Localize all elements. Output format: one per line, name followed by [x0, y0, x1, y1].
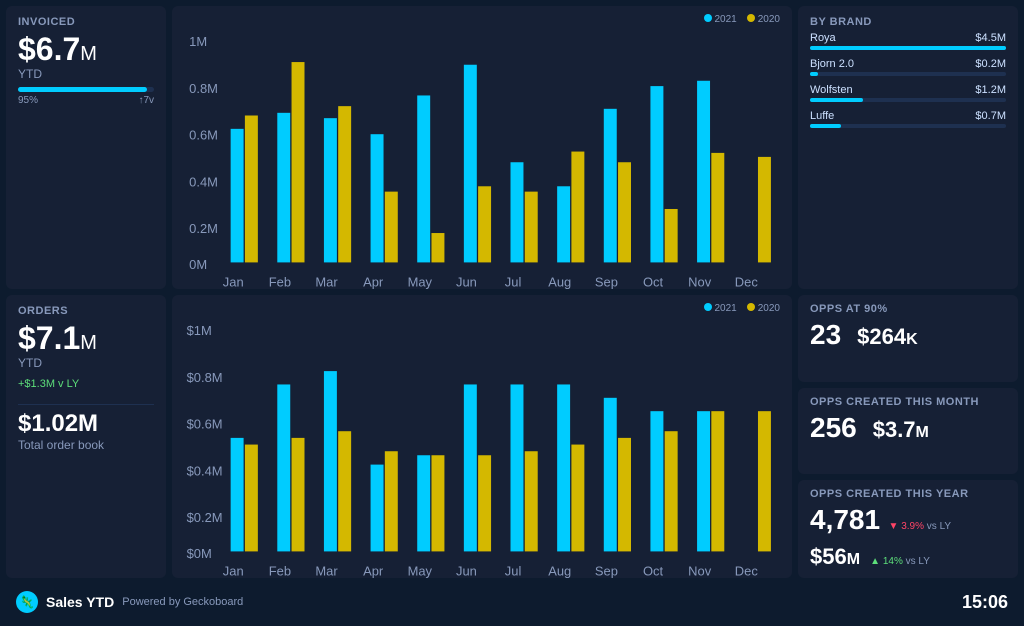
opps-year-row: 4,781 ▼ 3.9% vs LY $56M ▲ 14% vs LY [810, 504, 1006, 570]
svg-text:Nov: Nov [688, 274, 711, 289]
svg-text:Apr: Apr [363, 563, 384, 578]
invoiced-progress-label: 95% ↑7v [18, 95, 154, 106]
svg-text:$0M: $0M [187, 546, 212, 561]
invoiced-chart-card: 2021 2020 1M 0.8M 0.6M 0.4M 0.2M 0M [172, 6, 792, 289]
brand-item-bjorn: Bjorn 2.0 $0.2M [810, 58, 1006, 76]
legend-2021: 2021 [704, 14, 737, 25]
invoiced-progress-bar [18, 87, 154, 92]
svg-text:Nov: Nov [688, 563, 711, 578]
svg-text:0.4M: 0.4M [189, 174, 218, 189]
invoiced-card: Invoiced $6.7M YTD 95% ↑7v [6, 6, 166, 289]
orders-legend-2020: 2020 [747, 303, 780, 314]
svg-text:May: May [408, 563, 433, 578]
svg-text:Dec: Dec [735, 274, 758, 289]
opps-90-row: 23 $264K [810, 319, 1006, 351]
opps-year-amount-change: ▲ 14% vs LY [870, 556, 930, 567]
footer-time: 15:06 [962, 592, 1008, 613]
svg-text:0M: 0M [189, 257, 207, 272]
opps-month-count: 256 [810, 412, 857, 444]
orders-card: Orders $7.1M YTD +$1.3M v LY $1.02M Tota… [6, 295, 166, 578]
opps-month-title: Opps created this month [810, 396, 1006, 408]
opps-90-card: Opps at 90% 23 $264K [798, 295, 1018, 382]
svg-text:Jul: Jul [505, 563, 522, 578]
opps-month-amount: $3.7M [873, 417, 929, 443]
orders-change: +$1.3M v LY [18, 378, 154, 390]
invoiced-chart-svg: 1M 0.8M 0.6M 0.4M 0.2M 0M [184, 22, 780, 289]
orders-chart-legend: 2021 2020 [704, 303, 781, 314]
svg-text:Sep: Sep [595, 563, 618, 578]
svg-text:Oct: Oct [643, 274, 663, 289]
opps-month-row: 256 $3.7M [810, 412, 1006, 444]
opps-year-amount-group: $56M ▲ 14% vs LY [810, 544, 930, 570]
svg-text:Jan: Jan [223, 563, 244, 578]
orders-chart-card: 2021 2020 $1M $0.8M $0.6M $0.4M $0.2M $0… [172, 295, 792, 578]
opps-90-amount: $264K [857, 324, 918, 350]
svg-text:Apr: Apr [363, 274, 384, 289]
orders-ytd-label: YTD [18, 356, 154, 370]
legend-2020: 2020 [747, 14, 780, 25]
svg-text:Jul: Jul [505, 274, 522, 289]
opps-90-title: Opps at 90% [810, 303, 1006, 315]
opps-year-count: 4,781 [810, 504, 880, 535]
opps-year-count-change: ▼ 3.9% vs LY [889, 521, 952, 532]
svg-text:Mar: Mar [315, 563, 338, 578]
brand-title: By brand [810, 16, 1006, 28]
footer-brand: 🦎 Sales YTD Powered by Geckoboard [16, 591, 243, 613]
orders-book-label: Total order book [18, 438, 154, 452]
svg-text:Feb: Feb [269, 274, 291, 289]
brand-card: By brand Roya $4.5M Bjorn 2.0 $0.2M Wolf… [798, 6, 1018, 289]
invoiced-ytd-label: YTD [18, 67, 154, 81]
svg-text:$0.6M: $0.6M [187, 416, 223, 431]
svg-text:$0.4M: $0.4M [187, 463, 223, 478]
svg-text:0.2M: 0.2M [189, 221, 218, 236]
opps-year-card: Opps created this year 4,781 ▼ 3.9% vs L… [798, 480, 1018, 578]
svg-text:Jan: Jan [223, 274, 244, 289]
svg-text:$0.2M: $0.2M [187, 510, 223, 525]
orders-chart-svg: $1M $0.8M $0.6M $0.4M $0.2M $0M [184, 311, 780, 578]
svg-text:May: May [408, 274, 433, 289]
opps-year-amount: $56M [810, 544, 866, 569]
footer-powered: Powered by Geckoboard [122, 596, 243, 608]
svg-text:Dec: Dec [735, 563, 758, 578]
orders-book-value: $1.02M [18, 411, 154, 437]
svg-text:Sep: Sep [595, 274, 618, 289]
footer: 🦎 Sales YTD Powered by Geckoboard 15:06 [6, 584, 1018, 620]
svg-text:0.8M: 0.8M [189, 81, 218, 96]
svg-text:Mar: Mar [315, 274, 338, 289]
orders-value: $7.1M [18, 321, 154, 356]
opps-year-count-group: 4,781 ▼ 3.9% vs LY [810, 504, 951, 536]
svg-text:Feb: Feb [269, 563, 291, 578]
svg-text:$1M: $1M [187, 323, 212, 338]
opps-month-card: Opps created this month 256 $3.7M [798, 388, 1018, 475]
svg-text:Jun: Jun [456, 274, 477, 289]
svg-text:Oct: Oct [643, 563, 663, 578]
svg-text:$0.8M: $0.8M [187, 370, 223, 385]
footer-title: Sales YTD [46, 594, 114, 610]
brand-item-wolfsten: Wolfsten $1.2M [810, 84, 1006, 102]
orders-title: Orders [18, 305, 154, 317]
opps-90-count: 23 [810, 319, 841, 351]
svg-text:Jun: Jun [456, 563, 477, 578]
svg-text:Aug: Aug [548, 563, 571, 578]
invoiced-chart-legend: 2021 2020 [704, 14, 781, 25]
opps-year-title: Opps created this year [810, 488, 1006, 500]
orders-legend-2021: 2021 [704, 303, 737, 314]
geckoboard-icon: 🦎 [16, 591, 38, 613]
svg-text:0.6M: 0.6M [189, 127, 218, 142]
invoiced-value: $6.7M [18, 32, 154, 67]
right-panel: Opps at 90% 23 $264K Opps created this m… [798, 295, 1018, 578]
invoiced-progress-fill [18, 87, 147, 92]
brand-item-luffe: Luffe $0.7M [810, 110, 1006, 128]
svg-text:Aug: Aug [548, 274, 571, 289]
invoiced-title: Invoiced [18, 16, 154, 28]
brand-item-roya: Roya $4.5M [810, 32, 1006, 50]
svg-text:1M: 1M [189, 34, 207, 49]
